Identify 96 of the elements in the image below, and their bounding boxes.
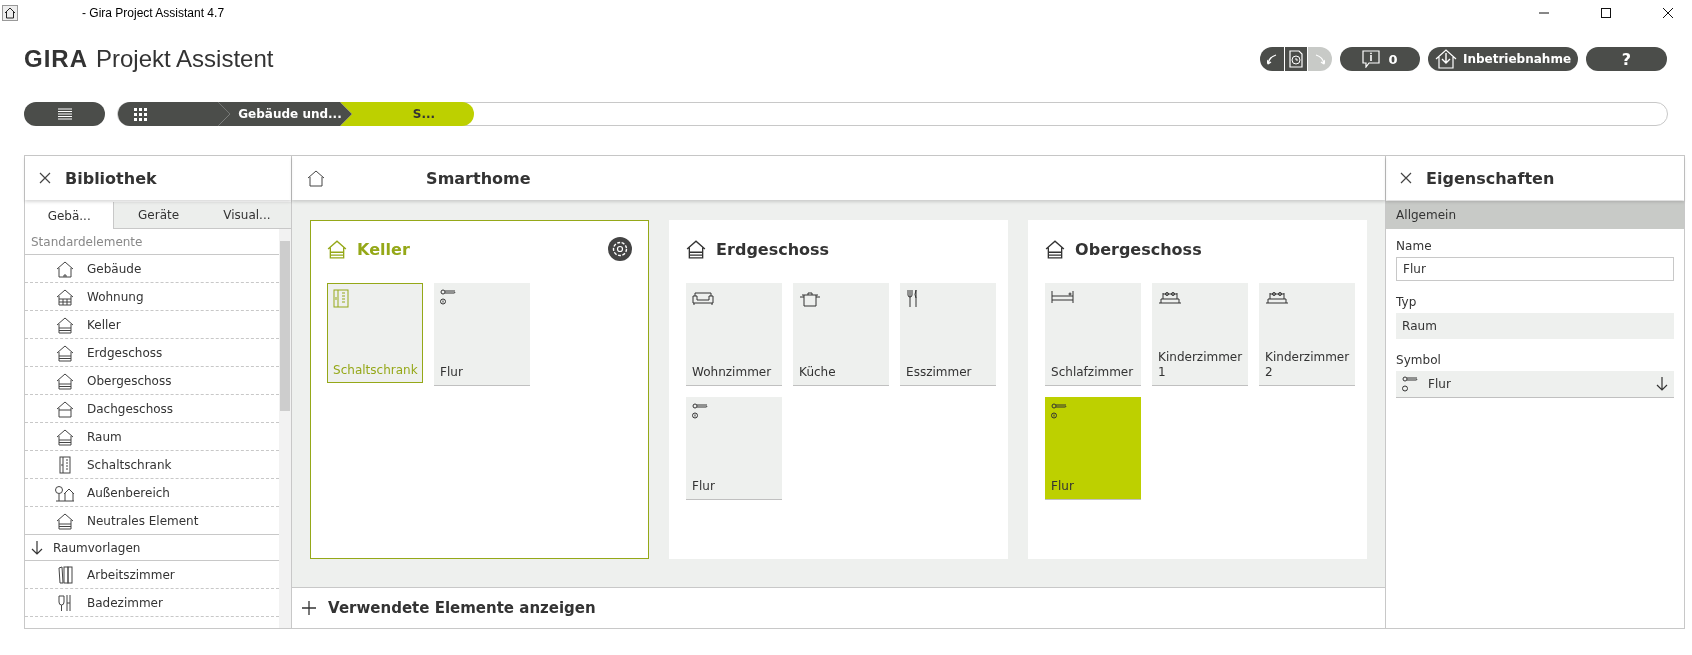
room-tile[interactable]: Küche — [793, 283, 890, 386]
room-name: Schaltschrank — [333, 362, 418, 377]
library-tab[interactable]: Gebä... — [25, 202, 115, 229]
brand-logo: GIRA — [24, 45, 88, 73]
door-handle-icon — [440, 289, 457, 305]
undo-button[interactable] — [1260, 47, 1284, 71]
bed-icon — [1158, 289, 1183, 304]
section-header[interactable]: Raumvorlagen — [25, 534, 280, 561]
house-icon[interactable] — [306, 169, 327, 187]
section-header[interactable]: Allgemein — [1386, 201, 1684, 229]
room-name: Schlafzimmer — [1051, 364, 1134, 379]
commissioning-button[interactable]: Inbetriebnahme — [1428, 47, 1578, 71]
room-tile[interactable]: Flur — [1045, 397, 1142, 500]
arrow-down-icon — [31, 540, 43, 555]
field-label: Name — [1396, 239, 1433, 253]
panel-title: Eigenschaften — [1426, 168, 1555, 188]
shelf-icon — [55, 565, 75, 584]
settings-icon[interactable] — [608, 237, 633, 261]
history-button[interactable] — [1284, 47, 1308, 71]
room-tile[interactable]: Schlafzimmer — [1045, 283, 1142, 386]
room-name: Flur — [440, 364, 463, 379]
room-name: Kinderzimmer 2 — [1265, 350, 1350, 379]
help-button[interactable]: ? — [1586, 47, 1667, 71]
room-tile[interactable]: Esszimmer — [900, 283, 997, 386]
door-handle-icon — [1051, 403, 1068, 419]
house-icon — [327, 239, 348, 259]
type-field: Raum — [1396, 313, 1674, 339]
bed-icon — [1051, 289, 1075, 304]
floor-card[interactable]: Erdgeschoss Wohnzimmer Küche Esszimmer Flur — [669, 220, 1009, 559]
room-tile[interactable]: Kinderzimmer 1 — [1152, 283, 1249, 386]
undo-icon — [1267, 53, 1277, 65]
room-tile[interactable]: Flur — [686, 397, 783, 500]
app-title: Projekt Assistent — [96, 45, 274, 73]
house-icon — [686, 239, 707, 259]
info-message-icon — [1362, 50, 1381, 68]
tree-house-icon — [55, 483, 75, 502]
menu-button[interactable] — [24, 102, 105, 126]
house-icon — [55, 511, 75, 530]
name-field[interactable]: Flur — [1396, 257, 1674, 281]
house-icon — [55, 287, 75, 306]
floor-name: Obergeschoss — [1075, 239, 1202, 259]
room-name: Wohnzimmer — [692, 364, 772, 379]
room-tile[interactable]: Kinderzimmer 2 — [1259, 283, 1356, 386]
door-handle-icon — [1402, 376, 1419, 392]
list-icon — [57, 108, 72, 120]
show-used-link[interactable]: Verwendete Elemente anzeigen — [328, 599, 596, 617]
maximize-icon[interactable] — [1600, 7, 1612, 19]
house-icon — [1045, 239, 1066, 259]
panel-title: Bibliothek — [65, 168, 157, 188]
messages-button[interactable]: 0 — [1340, 47, 1420, 71]
house-icon — [55, 427, 75, 446]
house-icon — [55, 315, 75, 334]
breadcrumb-step[interactable]: S... — [340, 102, 474, 126]
field-label: Typ — [1396, 295, 1418, 309]
building-title: Smarthome — [426, 168, 531, 188]
room-name: Küche — [799, 364, 836, 379]
house-icon — [55, 343, 75, 362]
room-name: Flur — [692, 478, 715, 493]
room-tile[interactable]: Flur — [434, 283, 531, 386]
cabinet-icon — [333, 289, 350, 308]
room-name: Esszimmer — [906, 364, 972, 379]
close-icon[interactable] — [1662, 7, 1674, 19]
floor-name: Keller — [357, 239, 410, 259]
redo-icon — [1315, 53, 1325, 65]
room-name: Flur — [1051, 478, 1074, 493]
bed-icon — [1265, 289, 1290, 304]
scrollbar[interactable] — [279, 229, 292, 628]
app-icon — [2, 5, 18, 21]
window-title: - Gira Project Assistant 4.7 — [82, 6, 225, 20]
house-icon — [55, 259, 75, 278]
arrow-down-icon — [1656, 377, 1668, 391]
room-name: Kinderzimmer 1 — [1158, 350, 1243, 379]
sofa-icon — [692, 289, 715, 306]
close-icon[interactable] — [39, 172, 51, 184]
cutlery-icon — [906, 289, 919, 308]
overview-crumb[interactable] — [118, 102, 230, 126]
floor-card[interactable]: Obergeschoss Schlafzimmer Kinderzimmer 1 Kinderzimmer 2 Flur — [1028, 220, 1368, 559]
symbol-dropdown[interactable]: Flur — [1396, 371, 1674, 398]
house-icon — [55, 371, 75, 390]
house-icon — [55, 399, 75, 418]
section-header[interactable]: Standardelemente — [25, 229, 280, 255]
library-tab[interactable]: Geräte — [114, 202, 203, 228]
floor-name: Erdgeschoss — [716, 239, 830, 259]
close-icon[interactable] — [1400, 172, 1413, 184]
plus-icon[interactable] — [302, 601, 317, 615]
floor-card[interactable]: Keller Schaltschrank Flur — [310, 220, 650, 559]
door-handle-icon — [692, 403, 709, 419]
library-item[interactable]: Arbeitszimmer — [25, 561, 280, 589]
pot-icon — [799, 289, 822, 307]
grid-icon — [134, 107, 147, 121]
library-tab[interactable]: Visual... — [202, 202, 292, 228]
field-label: Symbol — [1396, 353, 1442, 367]
house-download-icon — [1434, 49, 1457, 69]
breadcrumb-step[interactable]: Gebäude und... — [218, 102, 352, 126]
document-clock-icon — [1288, 50, 1304, 68]
room-tile[interactable]: Wohnzimmer — [686, 283, 783, 386]
